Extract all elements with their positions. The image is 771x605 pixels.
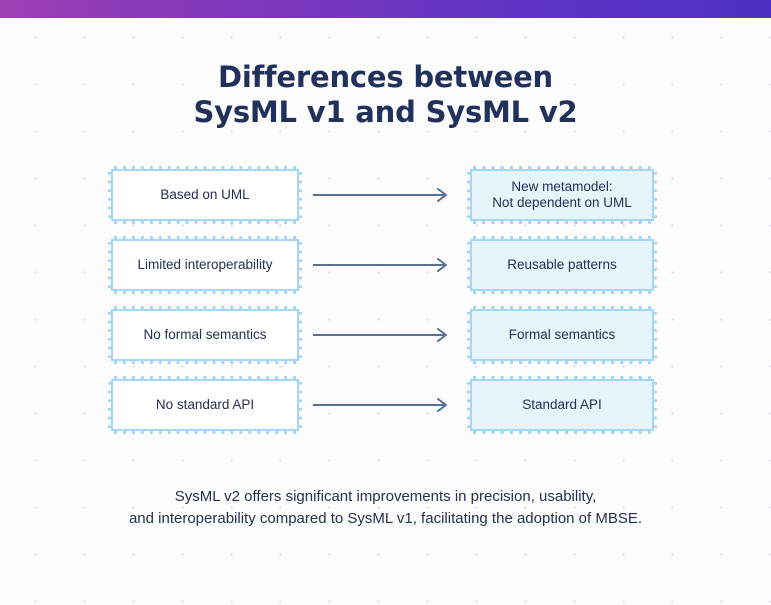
sysml-v1-label: No formal semantics bbox=[143, 327, 267, 342]
sysml-v1-box: Limited interoperability bbox=[108, 236, 302, 294]
sysml-v1-label: No standard API bbox=[155, 397, 255, 412]
arrow-right-icon bbox=[313, 187, 453, 203]
page-title: Differences between SysML v1 and SysML v… bbox=[0, 60, 771, 130]
arrow-right-icon bbox=[313, 397, 453, 413]
arrow-right-icon bbox=[313, 257, 453, 273]
sysml-v2-label: Reusable patterns bbox=[507, 257, 617, 272]
comparison-row: Based on UML New metamodel: Not dependen… bbox=[0, 166, 771, 224]
sysml-v2-label: New metamodel: Not dependent on UML bbox=[492, 179, 632, 211]
sysml-v1-label: Based on UML bbox=[160, 187, 250, 202]
sysml-v2-label-line-2: Not dependent on UML bbox=[492, 195, 632, 210]
page-title-line-2: SysML v1 and SysML v2 bbox=[193, 95, 578, 129]
comparison-row: No standard API Standard API bbox=[0, 376, 771, 434]
arrow-right-icon bbox=[313, 327, 453, 343]
sysml-v2-label: Formal semantics bbox=[508, 327, 616, 342]
summary-caption-line-2: and interoperability compared to SysML v… bbox=[128, 510, 643, 527]
page-title-line-1: Differences between bbox=[217, 60, 553, 94]
summary-caption-line-1: SysML v2 offers significant improvements… bbox=[174, 488, 597, 505]
comparison-row: No formal semantics Formal semantics bbox=[0, 306, 771, 364]
sysml-v2-label: Standard API bbox=[522, 397, 602, 412]
sysml-v1-box: No formal semantics bbox=[108, 306, 302, 364]
sysml-v1-box: No standard API bbox=[108, 376, 302, 434]
sysml-v2-box: Standard API bbox=[467, 376, 657, 434]
comparison-rows: Based on UML New metamodel: Not dependen… bbox=[0, 166, 771, 446]
infographic-page: Differences between SysML v1 and SysML v… bbox=[0, 0, 771, 605]
sysml-v2-box: Formal semantics bbox=[467, 306, 657, 364]
comparison-row: Limited interoperability Reusable patter… bbox=[0, 236, 771, 294]
summary-caption: SysML v2 offers significant improvements… bbox=[0, 486, 771, 530]
sysml-v2-box: New metamodel: Not dependent on UML bbox=[467, 166, 657, 224]
sysml-v2-label-line-1: New metamodel: bbox=[511, 179, 613, 194]
sysml-v2-box: Reusable patterns bbox=[467, 236, 657, 294]
top-gradient-bar bbox=[0, 0, 771, 18]
sysml-v1-box: Based on UML bbox=[108, 166, 302, 224]
sysml-v1-label: Limited interoperability bbox=[137, 257, 273, 272]
